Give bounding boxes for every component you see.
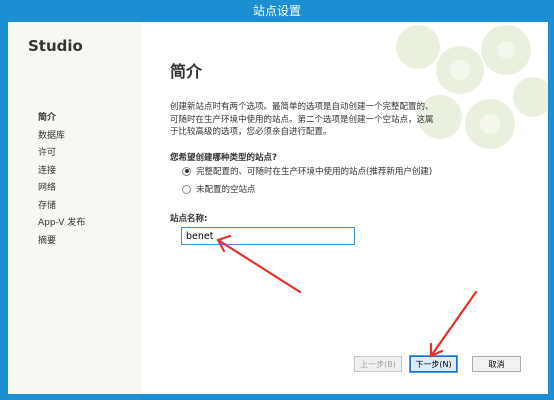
intro-description: 创建新站点时有两个选项。最简单的选项是自动创建一个完整配置的、可随时在生产环境中… xyxy=(170,102,434,137)
page-title: 简介 xyxy=(170,62,203,81)
window-frame-right xyxy=(548,22,554,400)
radio-empty-site[interactable] xyxy=(182,184,191,194)
site-name-label: 站点名称: xyxy=(170,214,208,224)
sidebar-item-connection[interactable]: 连接 xyxy=(38,163,85,181)
cancel-button[interactable]: 取消 xyxy=(472,356,521,372)
site-type-question: 您希望创建哪种类型的站点? xyxy=(170,153,277,163)
back-button[interactable]: 上一步(B) xyxy=(354,356,402,372)
sidebar-item-licensing[interactable]: 许可 xyxy=(38,145,85,163)
option-full-site-label: 完整配置的、可随时在生产环境中使用的站点(推荐新用户创建) xyxy=(196,167,433,177)
sidebar-item-network[interactable]: 网络 xyxy=(38,180,85,198)
window-title: 站点设置 xyxy=(252,4,301,18)
sidebar-item-storage[interactable]: 存储 xyxy=(38,198,85,216)
sidebar-nav: 简介 数据库 许可 连接 网络 存储 App-V 发布 摘要 xyxy=(38,110,85,250)
window-frame-bottom xyxy=(0,394,554,400)
site-name-input[interactable] xyxy=(181,227,355,245)
sidebar-item-appv-publishing[interactable]: App-V 发布 xyxy=(38,215,85,233)
window-frame-left xyxy=(0,22,8,400)
sidebar-item-database[interactable]: 数据库 xyxy=(38,128,85,146)
next-button[interactable]: 下一步(N) xyxy=(409,355,458,373)
option-full-site[interactable]: 完整配置的、可随时在生产环境中使用的站点(推荐新用户创建) xyxy=(182,165,432,177)
window-title-bar[interactable]: 站点设置 xyxy=(0,0,554,22)
option-empty-site-label: 未配置的空站点 xyxy=(196,185,256,195)
sidebar-item-intro[interactable]: 简介 xyxy=(38,110,85,128)
option-empty-site[interactable]: 未配置的空站点 xyxy=(182,183,256,195)
radio-full-site[interactable] xyxy=(182,166,191,176)
brand-title: Studio xyxy=(28,37,83,55)
sidebar-item-summary[interactable]: 摘要 xyxy=(38,233,85,251)
main-panel xyxy=(142,22,548,394)
